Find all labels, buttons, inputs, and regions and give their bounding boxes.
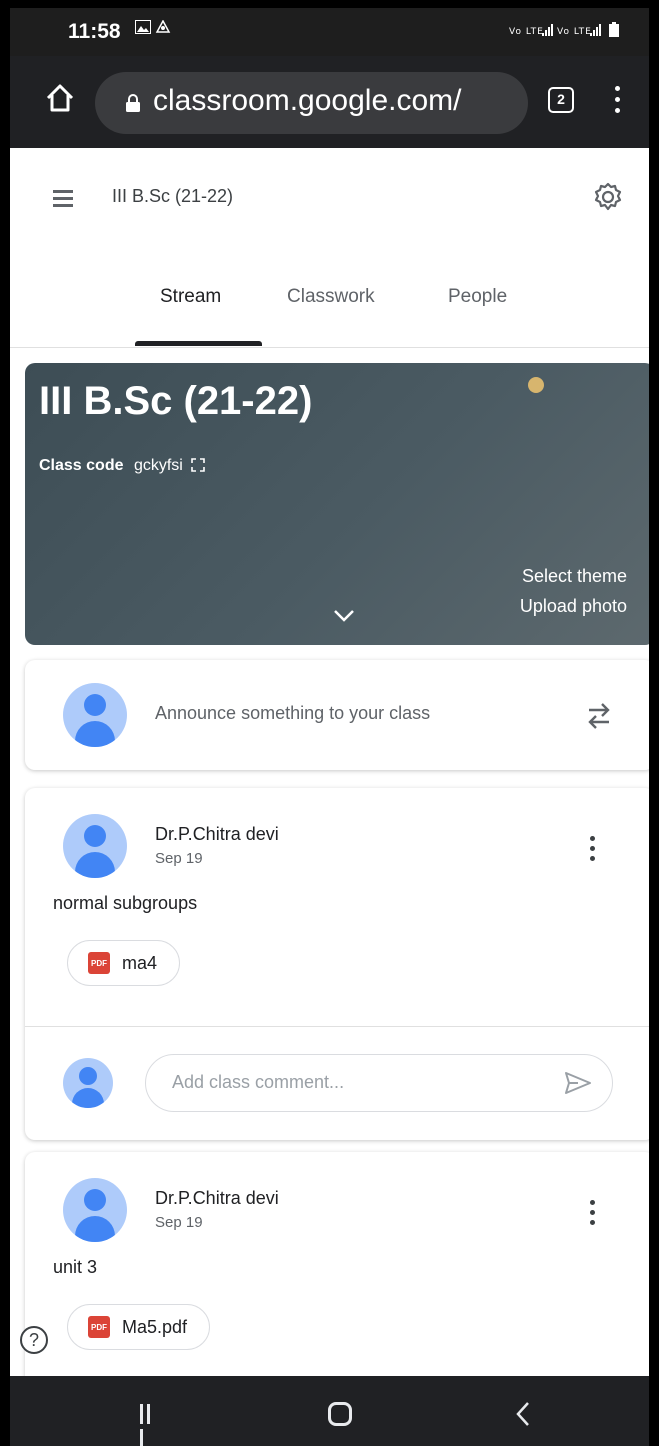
gallery-icon [135,20,151,34]
decoration-dot [528,377,544,393]
avatar [63,683,127,747]
announce-card[interactable]: Announce something to your class [25,660,649,770]
lock-icon [126,94,140,112]
post-author: Dr.P.Chitra devi [155,824,279,844]
home-nav-icon[interactable] [328,1402,352,1426]
attachment-chip[interactable]: PDF Ma5.pdf [67,1304,211,1350]
fullscreen-icon[interactable] [191,458,206,472]
attachment-chip[interactable]: PDF ma4 [67,940,181,986]
class-comment-input[interactable]: Add class comment... [145,1054,613,1112]
gear-icon[interactable] [592,181,624,213]
app-header: III B.Sc (21-22) [10,148,649,248]
post-body: unit 3 [53,1257,98,1277]
attachment-name: Ma5.pdf [122,1316,188,1337]
url-text: classroom.google.com/ [153,84,462,117]
commenter-avatar [63,1058,113,1108]
stream-post: Dr.P.Chitra devi Sep 19 normal subgroups… [25,788,649,1140]
tabs-count-button[interactable]: 2 [548,87,574,113]
home-icon[interactable] [42,80,78,116]
signal-icon: Vo LTE Vo LTE [509,22,619,37]
select-theme-link[interactable]: Select theme [522,566,627,587]
stream-post: Dr.P.Chitra devi Sep 19 unit 3 PDF Ma5.p… [25,1152,649,1376]
help-icon[interactable]: ? [20,1326,48,1354]
tab-people[interactable]: People [448,286,507,308]
post-date: Sep 19 [155,850,203,867]
pdf-icon: PDF [88,1316,110,1338]
notification-icons [135,19,171,39]
recents-icon[interactable] [140,1404,160,1446]
author-avatar [63,1178,127,1242]
attachment-name: ma4 [122,952,158,973]
pdf-icon: PDF [88,952,110,974]
class-tabs: Stream Classwork People [10,266,649,348]
post-more-icon[interactable] [590,836,598,866]
post-author: Dr.P.Chitra devi [155,1188,279,1208]
classroom-app: III B.Sc (21-22) Stream Classwork People… [10,148,649,1376]
status-time: 11:58 [68,20,121,43]
class-code-row: Class code gckyfsi [39,457,206,475]
post-body: normal subgroups [53,893,198,913]
class-code-label: Class code [39,457,124,474]
class-code-value: gckyfsi [133,457,183,474]
chevron-down-icon[interactable] [333,609,355,623]
author-avatar [63,814,127,878]
hamburger-menu-icon[interactable] [53,190,73,207]
class-title: III B.Sc (21-22) [39,379,313,423]
airplay-icon [156,19,171,33]
android-nav-bar [10,1376,649,1446]
browser-toolbar: classroom.google.com/ 2 [10,56,649,148]
browser-menu-icon[interactable] [614,86,622,116]
comment-placeholder: Add class comment... [172,1072,345,1092]
page-title: III B.Sc (21-22) [112,186,234,206]
svg-text:Vo LTE: Vo LTE [509,27,544,37]
repost-icon[interactable] [585,698,613,734]
announce-placeholder[interactable]: Announce something to your class [155,703,430,724]
post-more-icon[interactable] [590,1200,598,1230]
class-banner: III B.Sc (21-22) Class code gckyfsi Sele… [25,363,649,645]
tab-classwork[interactable]: Classwork [287,286,375,308]
signal-battery-icons: Vo LTE Vo LTE [509,22,629,41]
address-bar[interactable]: classroom.google.com/ [95,72,528,134]
upload-photo-link[interactable]: Upload photo [520,596,627,617]
tab-stream[interactable]: Stream [160,286,221,308]
svg-text:Vo LTE: Vo LTE [557,27,592,37]
divider [25,1026,649,1027]
active-tab-indicator [135,341,262,346]
back-icon[interactable] [515,1400,531,1428]
send-icon[interactable] [564,1071,592,1095]
post-date: Sep 19 [155,1214,203,1231]
status-bar: 11:58 Vo LTE Vo LTE [10,8,649,56]
